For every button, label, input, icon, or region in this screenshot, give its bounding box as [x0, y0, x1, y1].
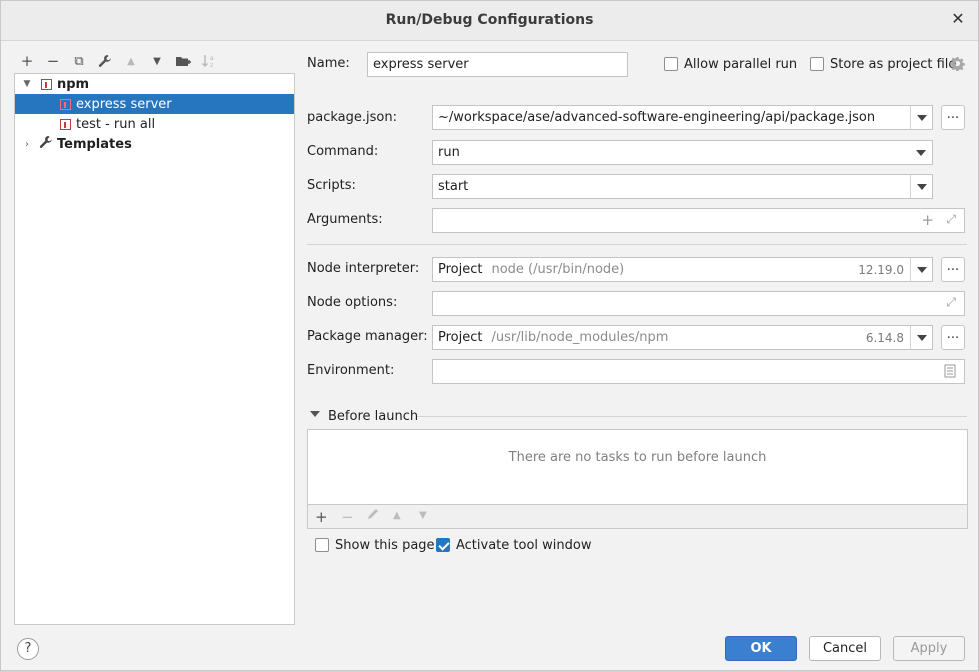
package-manager-version: 6.14.8: [865, 330, 904, 345]
gear-icon[interactable]: [950, 56, 965, 72]
show-page-checkbox[interactable]: [315, 538, 329, 552]
environment-input[interactable]: [432, 359, 965, 384]
before-launch-list: There are no tasks to run before launch: [307, 429, 968, 505]
chevron-down-icon[interactable]: [910, 326, 932, 349]
package-manager-project: Project: [438, 330, 483, 345]
browse-node-interpreter-button[interactable]: ...: [941, 257, 965, 282]
remove-configuration-button[interactable]: −: [44, 52, 62, 70]
title-bar: Run/Debug Configurations ✕: [1, 1, 978, 41]
chevron-down-icon[interactable]: [910, 141, 932, 164]
expand-icon[interactable]: ⤢: [946, 212, 956, 227]
tree-item-label: test - run all: [76, 116, 156, 132]
copy-configuration-button[interactable]: ⧉: [70, 52, 88, 70]
store-project-label: Store as project file: [830, 57, 957, 72]
command-value: run: [438, 145, 460, 160]
chevron-down-icon[interactable]: [910, 258, 932, 281]
pencil-icon[interactable]: [366, 507, 380, 525]
scripts-value: start: [438, 179, 469, 194]
before-launch-empty-text: There are no tasks to run before launch: [508, 450, 767, 465]
node-options-label: Node options:: [307, 295, 398, 310]
svg-text:a: a: [210, 55, 214, 62]
activate-tool-window-checkbox[interactable]: [436, 538, 450, 552]
chevron-right-icon[interactable]: ›: [21, 138, 33, 150]
npm-icon: [60, 98, 71, 110]
package-manager-label: Package manager:: [307, 329, 428, 344]
package-manager-combo[interactable]: Project /usr/lib/node_modules/npm 6.14.8: [432, 325, 933, 350]
before-launch-toolbar: + − ▲ ▼: [307, 505, 968, 529]
chevron-down-icon[interactable]: [910, 175, 932, 198]
move-task-up-button[interactable]: ▲: [393, 510, 401, 521]
add-configuration-button[interactable]: +: [18, 52, 36, 70]
tree-item-express-server[interactable]: express server: [15, 94, 294, 114]
browse-package-manager-button[interactable]: ...: [941, 325, 965, 350]
expand-icon[interactable]: ⤢: [946, 295, 956, 310]
arguments-input[interactable]: + ⤢: [432, 208, 965, 233]
tree-group-templates[interactable]: › Templates: [15, 134, 294, 154]
close-icon[interactable]: ✕: [950, 11, 966, 27]
configuration-tree: ▼ npm express server test - run all › Te…: [14, 73, 295, 625]
sort-icon[interactable]: az: [200, 52, 218, 70]
wrench-icon[interactable]: [96, 52, 114, 70]
node-interpreter-combo[interactable]: Project node (/usr/bin/node) 12.19.0: [432, 257, 933, 282]
command-select[interactable]: run: [432, 140, 933, 165]
tree-item-test-run-all[interactable]: test - run all: [15, 114, 294, 134]
before-launch-label[interactable]: Before launch: [328, 409, 418, 424]
environment-label: Environment:: [307, 363, 395, 378]
show-page-label: Show this page: [335, 538, 435, 553]
scripts-label: Scripts:: [307, 178, 356, 193]
tree-group-npm[interactable]: ▼ npm: [15, 74, 294, 94]
package-manager-path: /usr/lib/node_modules/npm: [491, 330, 669, 345]
svg-text:z: z: [210, 62, 213, 69]
move-down-button[interactable]: ▼: [148, 52, 166, 70]
separator: [307, 244, 967, 245]
chevron-down-icon[interactable]: [310, 411, 320, 417]
package-json-label: package.json:: [307, 110, 397, 125]
node-interpreter-version: 12.19.0: [858, 262, 904, 277]
allow-parallel-checkbox[interactable]: [664, 57, 678, 71]
node-interpreter-label: Node interpreter:: [307, 261, 420, 276]
activate-tool-window-label: Activate tool window: [456, 538, 592, 553]
wrench-icon: [39, 135, 55, 153]
add-task-button[interactable]: +: [315, 508, 328, 526]
package-json-value: ~/workspace/ase/advanced-software-engine…: [438, 110, 876, 125]
tree-group-label: npm: [57, 76, 90, 92]
arguments-label: Arguments:: [307, 212, 383, 227]
folder-icon[interactable]: [174, 52, 192, 70]
help-button[interactable]: ?: [17, 638, 39, 660]
remove-task-button[interactable]: −: [341, 508, 354, 526]
ok-button[interactable]: OK: [725, 636, 797, 661]
move-up-button[interactable]: ▲: [122, 52, 140, 70]
tree-group-label: Templates: [57, 136, 132, 152]
package-json-combo[interactable]: ~/workspace/ase/advanced-software-engine…: [432, 105, 933, 130]
browse-package-json-button[interactable]: ...: [941, 105, 965, 130]
command-label: Command:: [307, 144, 379, 159]
allow-parallel-label: Allow parallel run: [684, 57, 798, 72]
cancel-button[interactable]: Cancel: [809, 636, 881, 661]
separator: [417, 416, 967, 417]
name-input[interactable]: express server: [367, 52, 628, 77]
store-project-checkbox[interactable]: [810, 57, 824, 71]
chevron-down-icon[interactable]: [910, 106, 932, 129]
npm-icon: [41, 78, 52, 90]
apply-button[interactable]: Apply: [893, 636, 965, 661]
node-options-input[interactable]: ⤢: [432, 291, 965, 316]
node-interpreter-project: Project: [438, 262, 483, 277]
document-icon[interactable]: [944, 364, 956, 382]
chevron-down-icon[interactable]: ▼: [21, 78, 33, 90]
add-icon[interactable]: +: [921, 211, 934, 229]
move-task-down-button[interactable]: ▼: [419, 510, 427, 521]
run-debug-dialog: Run/Debug Configurations ✕ + − ⧉ ▲ ▼ az …: [0, 0, 979, 671]
dialog-title: Run/Debug Configurations: [385, 12, 594, 28]
tree-item-label: express server: [76, 96, 172, 112]
name-label: Name:: [307, 56, 350, 71]
scripts-combo[interactable]: start: [432, 174, 933, 199]
npm-icon: [60, 118, 71, 130]
node-interpreter-path: node (/usr/bin/node): [491, 262, 625, 277]
